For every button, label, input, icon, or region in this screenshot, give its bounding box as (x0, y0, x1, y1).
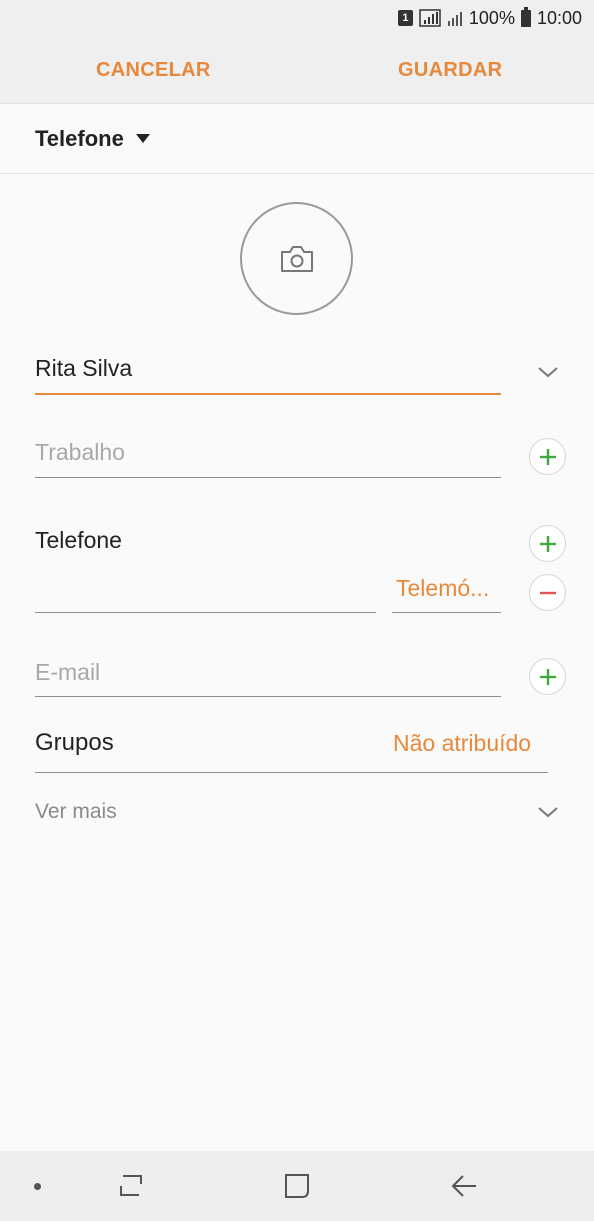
battery-percent: 100% (468, 7, 515, 28)
chevron-down-icon[interactable] (537, 365, 559, 379)
name-underline (35, 393, 501, 395)
groups-selector[interactable]: Não atribuído (393, 730, 531, 757)
phone-type-selector[interactable]: Telemó... (396, 575, 489, 602)
navigation-bar (0, 1151, 594, 1221)
signal-icon (419, 9, 441, 27)
recents-icon[interactable] (117, 1173, 145, 1199)
company-input[interactable]: Trabalho (35, 439, 125, 466)
account-selector[interactable]: Telefone (0, 104, 594, 174)
home-icon[interactable] (283, 1172, 311, 1200)
dropdown-arrow-icon (135, 134, 150, 143)
plus-icon (539, 535, 556, 552)
sim-icon: 1 (397, 10, 413, 26)
email-input[interactable]: E-mail (35, 659, 100, 686)
status-bar: 1 100% 10:00 (0, 0, 594, 36)
phone-number-underline (35, 612, 376, 613)
remove-phone-button[interactable] (529, 574, 566, 611)
phone-type-underline (392, 612, 501, 613)
see-more-button[interactable]: Ver mais (35, 800, 117, 824)
battery-icon (520, 6, 531, 27)
photo-button[interactable] (240, 202, 353, 315)
email-underline (35, 696, 501, 697)
groups-underline (35, 772, 548, 773)
chevron-down-icon[interactable] (537, 805, 559, 819)
add-organization-button[interactable] (529, 438, 566, 475)
save-button[interactable]: GUARDAR (398, 36, 502, 104)
signal-secondary-icon (447, 12, 462, 26)
phone-label: Telefone (35, 527, 122, 553)
dot-icon (34, 1183, 41, 1190)
company-underline (35, 477, 501, 478)
cancel-button[interactable]: CANCELAR (96, 36, 211, 104)
back-icon[interactable] (450, 1174, 478, 1198)
camera-icon (280, 245, 313, 272)
clock: 10:00 (536, 7, 582, 28)
plus-icon (539, 668, 556, 685)
add-email-button[interactable] (529, 658, 566, 695)
action-bar: CANCELAR GUARDAR (0, 36, 594, 104)
account-label: Telefone (35, 125, 124, 151)
minus-icon (539, 591, 556, 594)
plus-icon (539, 448, 556, 465)
phone-number-input[interactable] (35, 575, 375, 605)
add-phone-button[interactable] (529, 525, 566, 562)
groups-label: Grupos (35, 729, 114, 756)
name-input[interactable]: Rita Silva (35, 355, 132, 382)
